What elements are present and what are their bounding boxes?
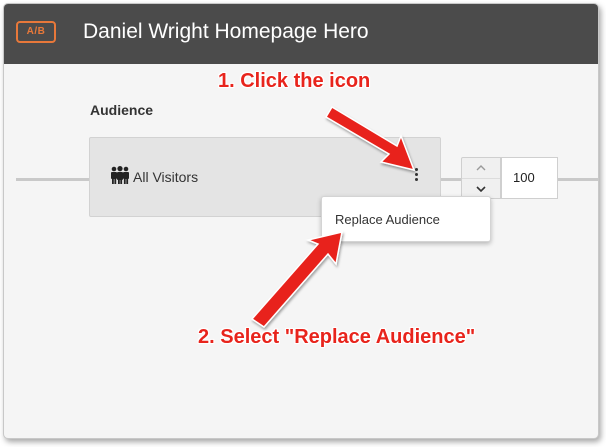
annotation-step-2: 2. Select "Replace Audience" <box>198 326 476 348</box>
annotation-arrows <box>250 105 416 328</box>
arrow-to-replace-audience <box>250 231 343 328</box>
annotation-step-1: 1. Click the icon <box>218 70 371 92</box>
arrow-to-menu-icon <box>324 105 416 172</box>
